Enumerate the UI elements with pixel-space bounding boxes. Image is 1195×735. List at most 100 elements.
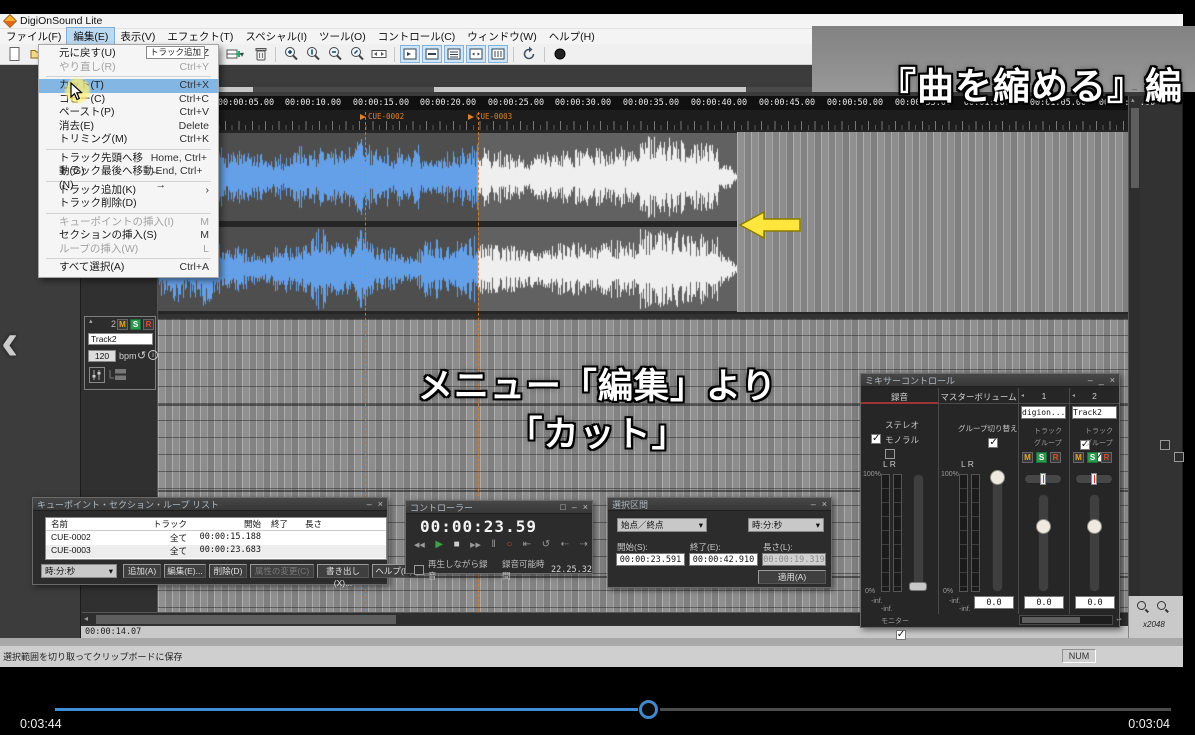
record-mode-icon[interactable]	[550, 45, 570, 63]
zoom-in-icon[interactable]	[1137, 601, 1146, 612]
delete-track-icon[interactable]	[250, 45, 270, 63]
add-track-caret-icon[interactable]: ▾	[240, 50, 244, 59]
menu-item-insert-section[interactable]: セクションの挿入(S)M	[39, 229, 218, 243]
mute-button[interactable]: M	[117, 319, 128, 330]
track-name-input[interactable]	[88, 333, 153, 345]
view-list-icon[interactable]	[444, 45, 464, 63]
view-selection-icon[interactable]	[466, 45, 486, 63]
menu-help[interactable]: ヘルプ(H)	[543, 28, 601, 45]
rewind-icon[interactable]: ◀◀	[414, 541, 425, 549]
selection-mode-select[interactable]: 始点／終点▾	[617, 518, 707, 532]
channel1-pan-slider[interactable]	[1024, 474, 1062, 484]
menu-window[interactable]: ウィンドウ(W)	[461, 28, 542, 45]
channel2-volume-fader[interactable]	[1089, 494, 1100, 592]
step-back-icon[interactable]: ⇠	[561, 539, 569, 550]
channel2-pan-slider[interactable]	[1075, 474, 1113, 484]
zoom-out-horizontal-icon[interactable]	[325, 45, 345, 63]
menu-file[interactable]: ファイル(F)	[0, 28, 67, 45]
record-icon[interactable]: ○	[506, 539, 512, 550]
cue-marker[interactable]: CUE-0003	[468, 112, 512, 121]
vertical-scrollbar[interactable]: ▴ ▾	[1128, 96, 1140, 612]
restore-icon[interactable]: □	[560, 503, 565, 512]
table-row[interactable]: CUE-0002 全て 00:00:15.188	[46, 532, 386, 545]
menu-item-select-all[interactable]: すべて選択(A)Ctrl+A	[39, 261, 218, 275]
change-attributes-button[interactable]: 属性の変更(C)	[250, 564, 314, 578]
add-button[interactable]: 追加(A)	[123, 564, 161, 578]
close-icon[interactable]: ×	[583, 503, 588, 512]
mixer-channel-scrollbar[interactable]	[1019, 615, 1113, 625]
menu-item-insert-cue-point[interactable]: キューポイントの挿入(I)M	[39, 216, 218, 230]
col-track[interactable]: トラック	[137, 518, 187, 530]
channel2-fader-handle[interactable]	[1087, 519, 1102, 534]
master-volume-fader[interactable]	[992, 474, 1003, 592]
scroll-left-icon[interactable]: ◂	[84, 614, 88, 623]
table-row[interactable]: CUE-0003 全て 00:00:23.683	[46, 545, 386, 558]
menu-item-move-track-start[interactable]: トラック先頭へ移動(G)Home, Ctrl+ ←	[39, 152, 218, 166]
zoom-in-horizontal-icon[interactable]	[281, 45, 301, 63]
length-input[interactable]	[762, 553, 826, 566]
pause-icon[interactable]: ‖	[492, 539, 496, 550]
menu-item-add-track[interactable]: トラック追加(K)›	[39, 184, 218, 198]
time-format-select[interactable]: 時:分:秒▾	[748, 518, 824, 532]
pan-knob[interactable]	[1091, 473, 1097, 485]
track1-left-waveform[interactable]	[158, 133, 737, 221]
previous-overlay-icon[interactable]: ‹	[1, 312, 18, 372]
minimize-icon[interactable]: –	[811, 500, 816, 509]
scroll-expand-icon[interactable]: ←	[1115, 614, 1123, 623]
play-icon[interactable]: ▶	[435, 539, 443, 550]
progress-remaining[interactable]	[660, 708, 1171, 711]
menu-effect[interactable]: エフェクト(T)	[161, 28, 239, 45]
to-start-icon[interactable]: ⇤	[523, 539, 531, 550]
zoom-out-icon[interactable]	[1157, 601, 1166, 612]
menu-item-delete-track[interactable]: トラック削除(D)	[39, 197, 218, 211]
end-input[interactable]	[689, 553, 758, 566]
master-value-input[interactable]	[974, 596, 1014, 609]
menu-item-paste[interactable]: ペースト(P)Ctrl+V	[39, 106, 218, 120]
minimize-icon[interactable]: –	[367, 500, 372, 509]
menu-item-insert-loop[interactable]: ループの挿入(W)L	[39, 243, 218, 257]
delete-button[interactable]: 削除(D)	[209, 564, 247, 578]
menu-item-trim[interactable]: トリミング(M)Ctrl+K	[39, 133, 218, 147]
menu-item-redo[interactable]: やり直し(R)Ctrl+Y	[39, 61, 218, 75]
col-start[interactable]: 開始	[211, 518, 261, 530]
step-forward-icon[interactable]: ⇢	[580, 539, 588, 550]
new-file-icon[interactable]	[4, 45, 24, 63]
scrollbar-thumb[interactable]	[1022, 617, 1080, 623]
edit-button[interactable]: 編集(E)...	[164, 564, 206, 578]
record-arm-button[interactable]: R	[143, 319, 154, 330]
menu-view[interactable]: 表示(V)	[114, 28, 161, 45]
channel1-volume-fader[interactable]	[1038, 494, 1049, 592]
menu-special[interactable]: スペシャル(I)	[239, 28, 313, 45]
zoom-out-vertical-icon[interactable]	[347, 45, 367, 63]
stop-icon[interactable]: ■	[454, 539, 460, 550]
cue-marker[interactable]: CUE-0002	[360, 112, 404, 121]
start-input[interactable]	[616, 553, 685, 566]
export-button[interactable]: 書き出し(X)...	[317, 564, 369, 578]
record-level-fader[interactable]	[913, 474, 924, 592]
time-format-select[interactable]: 時:分:秒▾	[41, 564, 117, 578]
col-length[interactable]: 長さ	[292, 518, 322, 530]
apply-button[interactable]: 適用(A)	[758, 570, 826, 584]
channel2-value-input[interactable]	[1075, 596, 1115, 609]
timeline-ruler[interactable]	[82, 110, 1128, 130]
col-name[interactable]: 名前	[51, 518, 68, 530]
view-mixer-icon[interactable]	[488, 45, 508, 63]
scrollbar-thumb[interactable]	[1131, 108, 1139, 188]
progress-played[interactable]	[55, 708, 638, 711]
view-counter-icon[interactable]	[422, 45, 442, 63]
minimize-icon[interactable]: –	[572, 503, 577, 512]
record-while-play-checkbox[interactable]	[414, 565, 424, 575]
close-icon[interactable]: ×	[822, 500, 827, 509]
zoom-in-vertical-icon[interactable]	[303, 45, 323, 63]
channel1-fader-handle[interactable]	[1036, 519, 1051, 534]
channel1-value-input[interactable]	[1024, 596, 1064, 609]
solo-button[interactable]: S	[130, 319, 141, 330]
rotate-display-icon[interactable]	[519, 45, 539, 63]
fast-forward-icon[interactable]: ▶▶	[470, 541, 481, 549]
loop-icon[interactable]: ↺	[542, 539, 550, 550]
scrollbar-thumb[interactable]	[96, 615, 396, 624]
add-track-icon[interactable]: ▾	[222, 45, 248, 63]
track1-right-waveform[interactable]	[158, 227, 737, 311]
menu-item-move-track-end[interactable]: トラック最後へ移動(N)End, Ctrl+ →	[39, 165, 218, 179]
menu-edit[interactable]: 編集(E)	[67, 28, 114, 45]
